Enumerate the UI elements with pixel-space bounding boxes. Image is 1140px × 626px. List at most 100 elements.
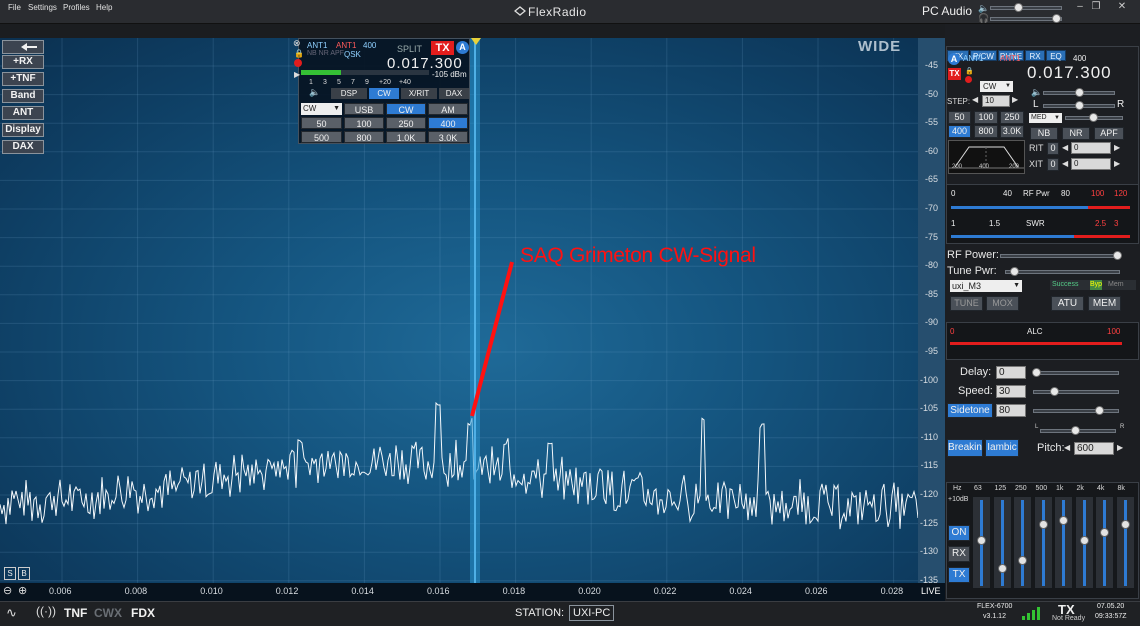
sidetone-button[interactable]: Sidetone (947, 403, 993, 418)
tx-profile-select[interactable]: uxi_M3 ▼ (950, 280, 1022, 292)
eq-tx-button[interactable]: TX (948, 567, 970, 583)
eq-on-button[interactable]: ON (948, 525, 970, 541)
filter-1k-button[interactable]: 1.0K (386, 131, 426, 143)
cwx-button[interactable]: CWX (94, 606, 122, 620)
eq-band-knob[interactable] (1038, 520, 1048, 529)
rx-filter-250-button[interactable]: 250 (1000, 111, 1024, 124)
filter-graph[interactable]: 200 400 200 (948, 140, 1025, 174)
eq-band-slider[interactable] (1095, 496, 1114, 589)
record-icon[interactable] (294, 59, 302, 67)
eq-band-slider[interactable] (992, 496, 1012, 589)
b-button[interactable]: B (18, 567, 30, 580)
dax-button[interactable]: DAX (2, 140, 44, 154)
xit-up-icon[interactable]: ▶ (1114, 159, 1120, 168)
nr-button[interactable]: NR (1062, 127, 1090, 140)
close-icon[interactable]: ✕ (1114, 1, 1130, 15)
receiver-ant-tx[interactable]: ANT1 (1000, 54, 1020, 63)
nb-button[interactable]: NB (1030, 127, 1058, 140)
eq-band-knob[interactable] (997, 564, 1007, 573)
delay-slider[interactable] (1033, 371, 1119, 375)
collapse-arrow-button[interactable] (2, 40, 44, 54)
menu-file[interactable]: File (8, 3, 21, 12)
menu-settings[interactable]: Settings (28, 3, 57, 12)
xit-down-icon[interactable]: ◀ (1062, 159, 1068, 168)
lock-icon[interactable]: 🔒 (294, 49, 304, 58)
close-slice-icon[interactable]: ⊗ (293, 38, 301, 49)
receiver-mode-select[interactable]: CW ▼ (980, 81, 1013, 92)
slice-flag[interactable]: ⊗ 🔒 ▶ ANT1 ANT1 400 NB NR APF QSK SPLIT … (293, 38, 470, 144)
filter-800-button[interactable]: 800 (344, 131, 384, 143)
mode-cw-button[interactable]: CW (386, 103, 426, 115)
filter-400-button[interactable]: 400 (428, 117, 468, 129)
add-rx-button[interactable]: +RX (2, 55, 44, 69)
receiver-frequency[interactable]: 0.017.300 (1027, 63, 1112, 83)
audio-icon[interactable]: 🔈 (309, 87, 320, 98)
play-icon[interactable]: ▶ (294, 70, 300, 79)
mox-button[interactable]: MOX (986, 296, 1019, 311)
zoom-out-icon[interactable]: ⊖ (3, 584, 12, 597)
headphone-icon[interactable]: 🎧 (978, 13, 989, 24)
menu-profiles[interactable]: Profiles (63, 3, 90, 12)
mem-button[interactable]: MEM (1088, 296, 1121, 311)
eq-band-slider[interactable] (1054, 496, 1073, 589)
slider-knob[interactable] (1032, 368, 1041, 377)
slider-knob[interactable] (1050, 387, 1059, 396)
tnf-button[interactable]: TNF (64, 606, 87, 620)
rx-antenna[interactable]: ANT1 (307, 41, 327, 50)
sidetone-value[interactable]: 80 (996, 404, 1026, 417)
eq-band-knob[interactable] (1059, 516, 1068, 525)
slider-knob[interactable] (1075, 101, 1084, 110)
pitch-down-icon[interactable]: ◀ (1064, 443, 1070, 452)
maximize-icon[interactable]: ❐ (1088, 1, 1104, 15)
tab-dsp[interactable]: DSP (331, 88, 367, 99)
s-button[interactable]: S (4, 567, 16, 580)
slider-knob[interactable] (1075, 88, 1084, 97)
receiver-ant-rx[interactable]: ANT1 (963, 54, 983, 63)
eq-band-knob[interactable] (1079, 536, 1089, 545)
slider-knob[interactable] (1014, 3, 1023, 12)
receiver-letter[interactable]: A (948, 53, 960, 65)
minimize-icon[interactable]: – (1072, 1, 1088, 15)
tune-power-slider[interactable] (1005, 270, 1120, 274)
slider-knob[interactable] (1089, 113, 1098, 122)
waveform-icon[interactable]: ∿ (6, 605, 17, 621)
tx-button[interactable]: TX (431, 41, 454, 55)
breakin-button[interactable]: Breakin (947, 439, 983, 457)
filter-500-button[interactable]: 500 (301, 131, 342, 143)
rx-filter-100-button[interactable]: 100 (974, 111, 998, 124)
rx-filter-400-button[interactable]: 400 (948, 125, 971, 138)
slice-letter[interactable]: A (456, 41, 469, 54)
eq-band-slider[interactable] (1074, 496, 1094, 589)
fdx-button[interactable]: FDX (131, 606, 155, 620)
eq-band-knob[interactable] (977, 536, 986, 545)
pitch-value[interactable]: 600 (1074, 442, 1114, 455)
wireless-icon[interactable]: ((·)) (36, 604, 56, 618)
slider-knob[interactable] (1095, 406, 1104, 415)
speed-value[interactable]: 30 (996, 385, 1026, 398)
step-up-icon[interactable]: ▶ (1012, 95, 1018, 104)
db-scale[interactable]: -45 -50 -55 -60 -65 -70 -75 -80 -85 -90 -95 -100 -10… (918, 38, 945, 601)
rx-filter-3k-button[interactable]: 3.0K (1000, 125, 1024, 138)
tune-button[interactable]: TUNE (950, 296, 983, 311)
rf-power-slider[interactable] (1000, 254, 1120, 258)
eq-rx-button[interactable]: RX (948, 546, 970, 562)
mode-am-button[interactable]: AM (428, 103, 468, 115)
tx-antenna[interactable]: ANT1 (336, 41, 356, 50)
slider-knob[interactable] (1010, 267, 1019, 276)
eq-band-slider[interactable] (1013, 496, 1032, 589)
rit-down-icon[interactable]: ◀ (1062, 143, 1068, 152)
ant-button[interactable]: ANT (2, 106, 44, 120)
zoom-in-icon[interactable]: ⊕ (18, 584, 27, 597)
audio-icon[interactable]: 🔈 (1031, 87, 1042, 98)
pitch-up-icon[interactable]: ▶ (1117, 443, 1123, 452)
rx-filter-800-button[interactable]: 800 (974, 125, 998, 138)
eq-band-knob[interactable] (1100, 528, 1109, 537)
lock-icon[interactable]: 🔒 (965, 67, 974, 75)
tab-dax[interactable]: DAX (439, 88, 469, 99)
agc-select[interactable]: MED ▼ (1029, 113, 1062, 123)
live-label[interactable]: LIVE (921, 586, 941, 596)
xit-toggle[interactable]: 0 (1047, 158, 1059, 171)
eq-band-slider[interactable] (1033, 496, 1053, 589)
rx-filter-50-button[interactable]: 50 (948, 111, 971, 124)
station-name[interactable]: UXI-PC (569, 605, 615, 621)
